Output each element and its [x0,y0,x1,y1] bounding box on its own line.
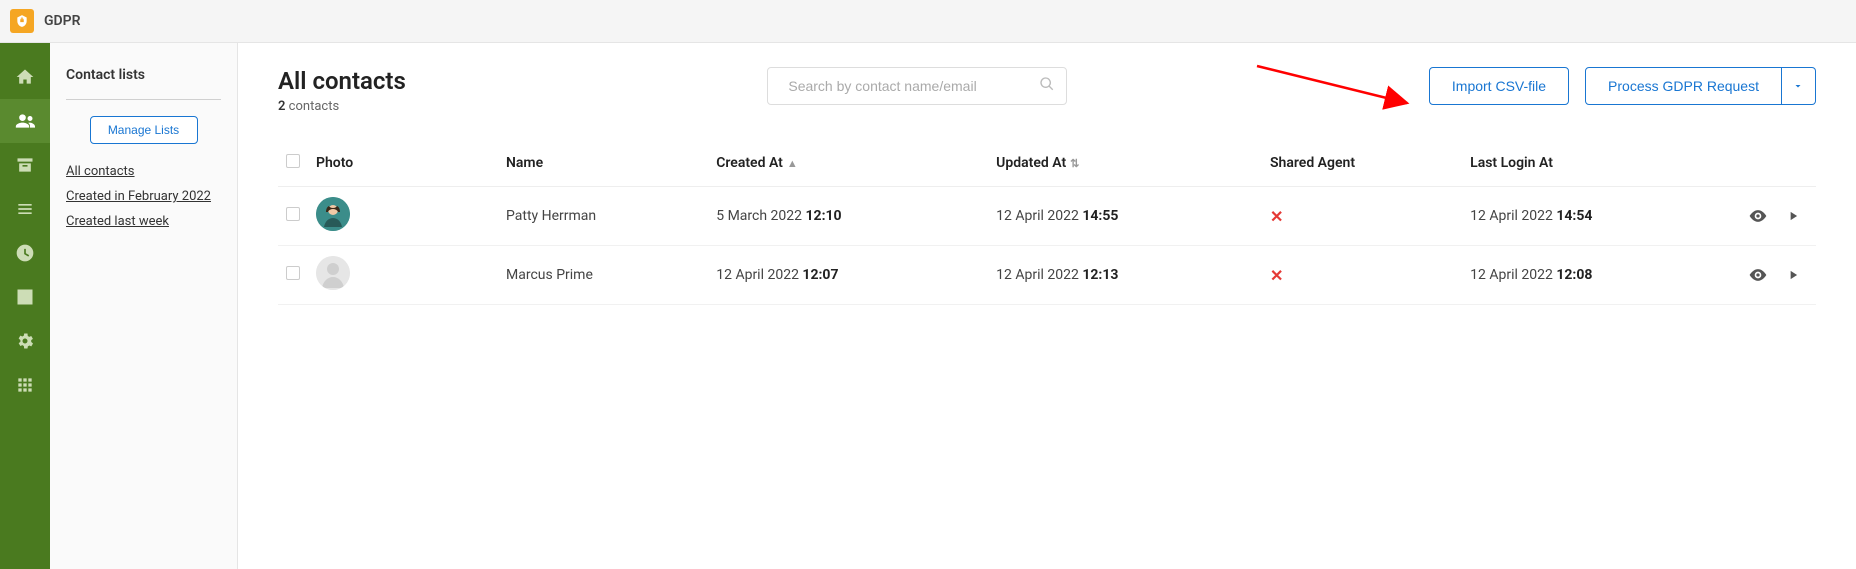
table-row: Marcus Prime 12 April 2022 12:07 12 Apri… [278,246,1816,305]
topbar: GDPR [0,0,1856,43]
sort-icon: ⇅ [1070,157,1079,170]
main-header: All contacts 2 contacts Import CSV-file … [278,67,1816,114]
eye-icon[interactable] [1748,265,1768,285]
sidebar-title: Contact lists [66,67,221,83]
page-title: All contacts [278,67,406,95]
manage-lists-button[interactable]: Manage Lists [90,116,198,144]
col-photo[interactable]: Photo [308,144,498,187]
process-gdpr-button[interactable]: Process GDPR Request [1585,67,1782,105]
eye-icon[interactable] [1748,206,1768,226]
nav-home[interactable] [0,55,50,99]
sidebar-link-created-last-week[interactable]: Created last week [66,214,221,229]
nav-reports[interactable] [0,275,50,319]
archive-icon [15,155,35,175]
nav-settings[interactable] [0,319,50,363]
avatar [316,256,350,290]
cell-updated: 12 April 2022 12:13 [988,246,1262,305]
home-icon [15,67,35,87]
cell-created: 12 April 2022 12:07 [708,246,988,305]
cell-updated: 12 April 2022 14:55 [988,187,1262,246]
search-wrap [767,67,1067,105]
row-actions [1744,265,1808,285]
nav-rail [0,43,50,569]
action-buttons: Import CSV-file Process GDPR Request [1429,67,1816,105]
cell-lastlogin: 12 April 2022 14:54 [1462,187,1736,246]
nav-contacts[interactable] [0,99,50,143]
contacts-table: Photo Name Created At▲ Updated At⇅ Share… [278,144,1816,305]
sort-icon: ▲ [787,157,798,170]
sidebar: Contact lists Manage Lists All contacts … [50,43,238,569]
chevron-down-icon [1792,80,1804,92]
cell-created: 5 March 2022 12:10 [708,187,988,246]
sidebar-link-created-feb[interactable]: Created in February 2022 [66,189,221,204]
process-gdpr-dropdown[interactable] [1782,67,1816,105]
col-updated[interactable]: Updated At⇅ [988,144,1262,187]
cell-shared: ✕ [1262,246,1462,305]
chart-icon [15,287,35,307]
cell-shared: ✕ [1262,187,1462,246]
table-row: Patty Herrman 5 March 2022 12:10 12 Apri… [278,187,1816,246]
clock-icon [15,243,35,263]
row-actions [1744,206,1808,226]
import-csv-button[interactable]: Import CSV-file [1429,67,1569,105]
col-lastlogin[interactable]: Last Login At [1462,144,1736,187]
sidebar-divider [66,99,221,100]
nav-list[interactable] [0,187,50,231]
x-icon: ✕ [1270,266,1283,285]
app-title: GDPR [44,13,81,29]
gear-icon [15,331,35,351]
cell-name: Patty Herrman [498,187,708,246]
row-checkbox[interactable] [286,266,300,280]
apps-icon [15,375,35,395]
process-request-group: Process GDPR Request [1585,67,1816,105]
row-checkbox[interactable] [286,207,300,221]
col-shared[interactable]: Shared Agent [1262,144,1462,187]
sidebar-link-all-contacts[interactable]: All contacts [66,164,221,179]
play-icon[interactable] [1786,268,1800,282]
nav-archive[interactable] [0,143,50,187]
app-logo [10,9,34,33]
main: All contacts 2 contacts Import CSV-file … [238,43,1856,569]
select-all-checkbox[interactable] [286,154,300,168]
contacts-count: 2 contacts [278,99,406,114]
nav-apps[interactable] [0,363,50,407]
col-name[interactable]: Name [498,144,708,187]
cell-name: Marcus Prime [498,246,708,305]
x-icon: ✕ [1270,207,1283,226]
nav-history[interactable] [0,231,50,275]
sidebar-links: All contacts Created in February 2022 Cr… [66,164,221,229]
cell-lastlogin: 12 April 2022 12:08 [1462,246,1736,305]
users-icon [15,111,35,131]
play-icon[interactable] [1786,209,1800,223]
col-created[interactable]: Created At▲ [708,144,988,187]
search-input[interactable] [767,67,1067,105]
avatar [316,197,350,231]
title-block: All contacts 2 contacts [278,67,406,114]
list-icon [15,199,35,219]
